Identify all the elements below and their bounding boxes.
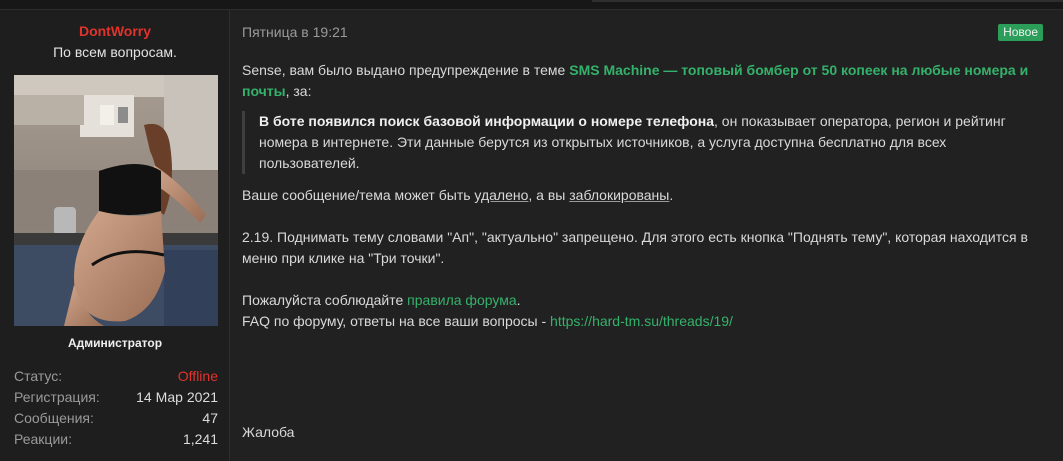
- warning-intro: Sense, вам было выдано предупреждение в …: [242, 60, 1032, 102]
- user-panel: DontWorry По всем вопросам. Администрато…: [0, 10, 230, 461]
- stat-value: Offline: [177, 368, 218, 384]
- rules-link[interactable]: правила форума: [407, 292, 516, 308]
- post-date[interactable]: Пятница в 19:21: [242, 24, 348, 40]
- rules-prefix: Пожалуйста соблюдайте: [242, 292, 408, 308]
- stat-label: Сообщения:: [14, 410, 94, 426]
- stat-value: 14 Мар 2021: [136, 389, 218, 405]
- faq-link[interactable]: https://hard-tm.su/threads/19/: [550, 313, 733, 329]
- stat-value: 1,241: [182, 431, 218, 447]
- stat-label: Регистрация:: [14, 389, 100, 405]
- stat-label: Статус:: [14, 368, 63, 384]
- rules-line: Пожалуйста соблюдайте правила форума.: [242, 290, 1032, 311]
- new-badge: Новое: [998, 24, 1043, 41]
- consequence-middle: , а вы: [528, 187, 570, 203]
- user-stats: Статус: Offline Регистрация: 14 Мар 2021…: [14, 366, 218, 450]
- user-role: Администратор: [67, 336, 163, 350]
- rule-text: 2.19. Поднимать тему словами "Ап", "акту…: [242, 229, 1028, 266]
- consequence-text: Ваше сообщение/тема может быть удалено, …: [242, 185, 1032, 206]
- rules-suffix: .: [516, 292, 521, 308]
- avatar-image: [14, 75, 218, 326]
- user-title: По всем вопросам.: [53, 44, 177, 60]
- quote-block: В боте появился поиск базовой информации…: [242, 111, 1032, 174]
- stat-reactions: Реакции: 1,241: [14, 429, 218, 450]
- message-body: Sense, вам было выдано предупреждение в …: [242, 60, 1032, 332]
- top-strip: [0, 0, 1063, 9]
- intro-prefix: Sense, вам было выдано предупреждение в …: [242, 62, 570, 78]
- consequence-suffix: .: [669, 187, 674, 203]
- stat-value: 47: [202, 410, 218, 426]
- post: DontWorry По всем вопросам. Администрато…: [0, 9, 1063, 461]
- faq-line: FAQ по форуму, ответы на все ваши вопрос…: [242, 311, 1032, 332]
- consequence-prefix: Ваше сообщение/тема может быть: [242, 187, 475, 203]
- avatar[interactable]: [14, 75, 218, 326]
- faq-prefix: FAQ по форуму, ответы на все ваши вопрос…: [242, 313, 551, 329]
- stat-registration: Регистрация: 14 Мар 2021: [14, 387, 218, 408]
- deleted-word: удалено: [474, 187, 529, 203]
- stat-label: Реакции:: [14, 431, 72, 447]
- report-link[interactable]: Жалоба: [242, 424, 294, 440]
- blocked-word: заблокированы: [569, 187, 670, 203]
- stat-messages: Сообщения: 47: [14, 408, 218, 429]
- stat-status: Статус: Offline: [14, 366, 218, 387]
- message: Пятница в 19:21 Новое Sense, вам было вы…: [231, 10, 1063, 461]
- username[interactable]: DontWorry: [0, 23, 230, 39]
- top-divider: [592, 0, 1063, 2]
- intro-suffix: , за:: [285, 83, 312, 99]
- quote-bold: В боте появился поиск базовой информации…: [259, 113, 715, 129]
